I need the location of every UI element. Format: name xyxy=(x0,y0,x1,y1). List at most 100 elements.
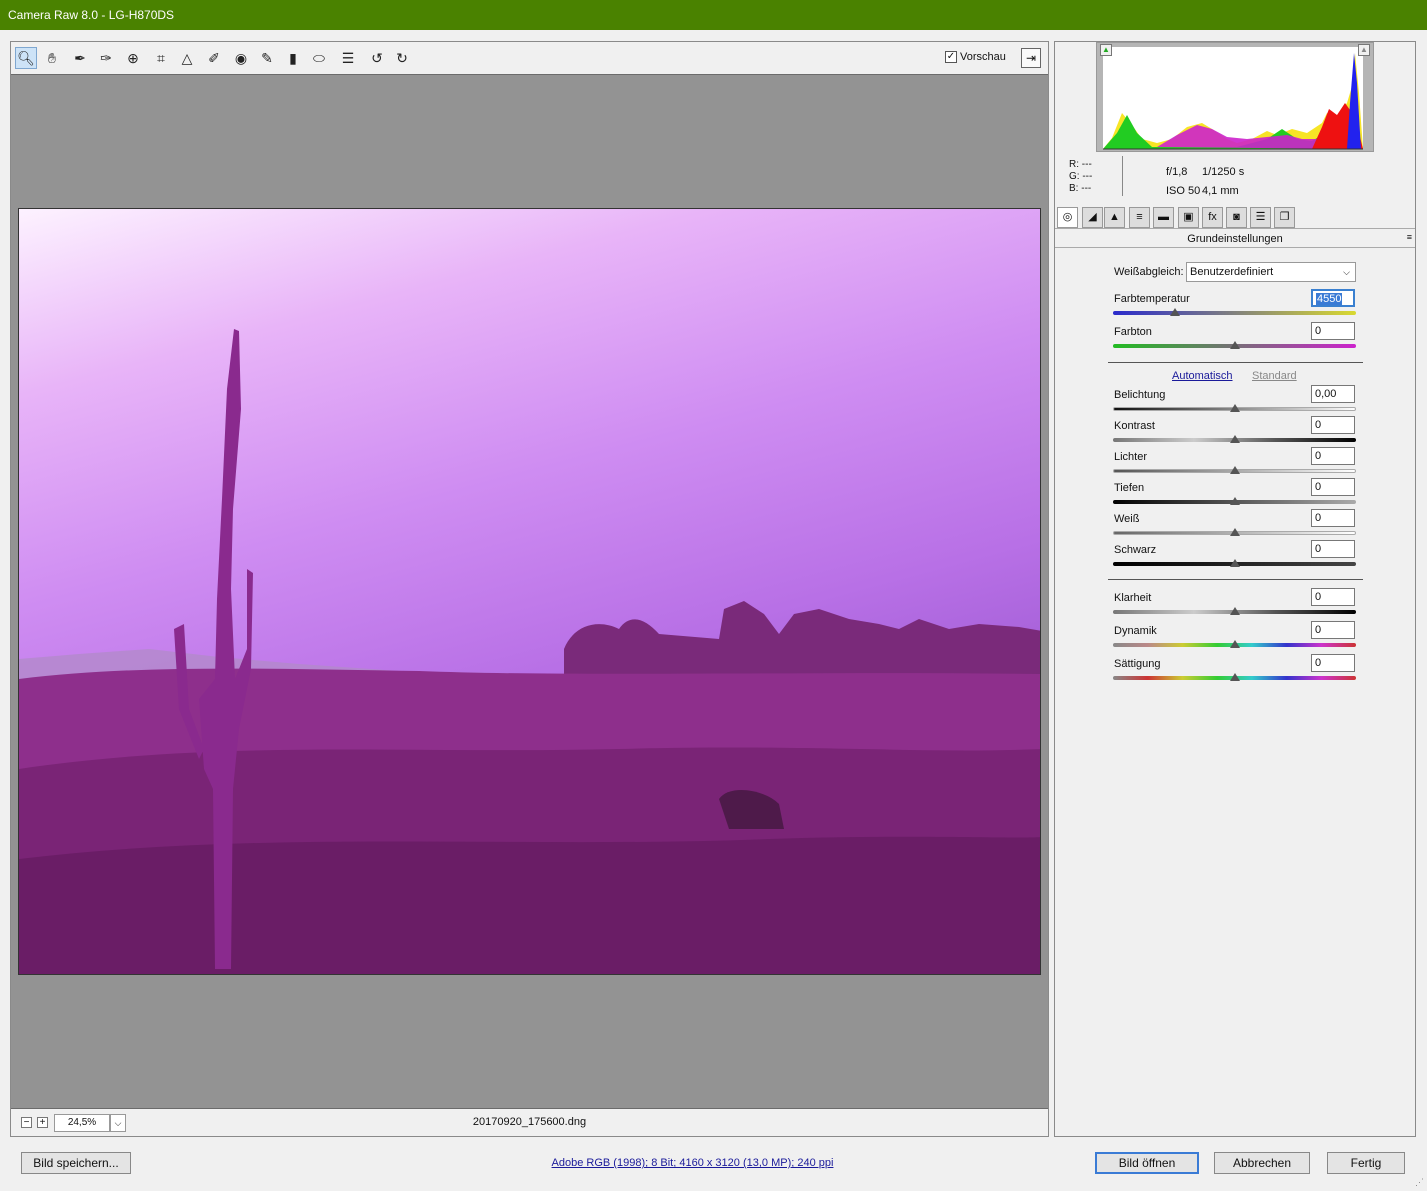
tab-split-toning-icon[interactable]: ▬ xyxy=(1153,207,1174,228)
checkbox-icon[interactable]: ✓ xyxy=(945,51,957,63)
spot-removal-icon[interactable]: ✐ xyxy=(203,47,225,69)
color-sampler-icon[interactable]: ✑ xyxy=(95,47,117,69)
tab-hsl-icon[interactable]: ≡ xyxy=(1129,207,1150,228)
contrast-slider-thumb[interactable] xyxy=(1230,435,1240,443)
tab-camera-calibration-icon[interactable]: ◙ xyxy=(1226,207,1247,228)
b-value: --- xyxy=(1081,183,1092,194)
white-balance-value: Benutzerdefiniert xyxy=(1190,266,1274,278)
g-label: G: xyxy=(1069,171,1080,182)
tint-slider-thumb[interactable] xyxy=(1230,341,1240,349)
targeted-adjustment-icon[interactable]: ⊕ xyxy=(122,47,144,69)
saturation-label: Sättigung xyxy=(1114,658,1161,670)
zoom-icon[interactable]: 🔍︎ xyxy=(15,47,37,69)
highlight-clipping-icon[interactable]: ▲ xyxy=(1358,44,1370,56)
blacks-slider-thumb[interactable] xyxy=(1230,559,1240,567)
tab-snapshots-icon[interactable]: ❐ xyxy=(1274,207,1295,228)
tab-lens-icon[interactable]: ▣ xyxy=(1178,207,1199,228)
separator xyxy=(1108,579,1363,580)
shadows-slider-thumb[interactable] xyxy=(1230,497,1240,505)
clarity-field[interactable]: 0 xyxy=(1311,588,1355,606)
shadows-field[interactable]: 0 xyxy=(1311,478,1355,496)
vibrance-label: Dynamik xyxy=(1114,625,1157,637)
preferences-icon[interactable]: ☰ xyxy=(337,47,359,69)
straighten-icon[interactable]: △ xyxy=(176,47,198,69)
temperature-value: 4550 xyxy=(1316,293,1343,305)
radial-filter-icon[interactable]: ⬭ xyxy=(308,47,330,69)
whites-slider-thumb[interactable] xyxy=(1230,528,1240,536)
b-label: B: xyxy=(1069,183,1079,194)
contrast-label: Kontrast xyxy=(1114,420,1155,432)
exposure-field[interactable]: 0,00 xyxy=(1311,385,1355,403)
clarity-slider-thumb[interactable] xyxy=(1230,607,1240,615)
done-button[interactable]: Fertig xyxy=(1327,1152,1405,1174)
blacks-field[interactable]: 0 xyxy=(1311,540,1355,558)
hand-icon[interactable]: ✋︎ xyxy=(41,47,63,69)
settings-panel: ▲ ▲ R: --- G: --- B: --- f/1,8 ISO 50 1/… xyxy=(1054,41,1416,1137)
vibrance-slider-thumb[interactable] xyxy=(1230,640,1240,648)
preview-checkbox[interactable]: ✓ Vorschau xyxy=(945,51,1006,63)
white-balance-eyedropper-icon[interactable]: ✒ xyxy=(69,47,91,69)
tab-presets-icon[interactable]: ☰ xyxy=(1250,207,1271,228)
tab-effects-icon[interactable]: fx xyxy=(1202,207,1223,228)
shadow-clipping-icon[interactable]: ▲ xyxy=(1100,44,1112,56)
temperature-slider[interactable] xyxy=(1113,311,1356,315)
iso: ISO 50 xyxy=(1166,185,1201,197)
preview-area: 🔍︎ ✋︎ ✒ ✑ ⊕ ⌗ △ ✐ ◉ ✎ ▮ ⬭ ☰ ↺ ↻ ✓ Vorsch… xyxy=(10,41,1049,1137)
saturation-slider-thumb[interactable] xyxy=(1230,673,1240,681)
temperature-label: Farbtemperatur xyxy=(1114,293,1190,305)
white-balance-label: Weißabgleich: xyxy=(1114,266,1184,278)
tab-detail-icon[interactable]: ▲ xyxy=(1104,207,1125,228)
status-bar: − + 24,5% ⌵ 20170920_175600.dng xyxy=(11,1108,1048,1136)
preview-label: Vorschau xyxy=(960,51,1006,63)
focal-length: 4,1 mm xyxy=(1202,185,1239,197)
white-balance-select[interactable]: Benutzerdefiniert ⌵ xyxy=(1186,262,1356,282)
panel-menu-icon[interactable]: ≡ xyxy=(1407,232,1412,242)
exif-right: 1/1250 s 4,1 mm xyxy=(1202,163,1244,201)
saturation-field[interactable]: 0 xyxy=(1311,654,1355,672)
auto-link[interactable]: Automatisch xyxy=(1172,370,1233,382)
shadows-label: Tiefen xyxy=(1114,482,1145,494)
divider xyxy=(1122,156,1123,196)
chevron-down-icon: ⌵ xyxy=(1343,267,1350,277)
highlights-field[interactable]: 0 xyxy=(1311,447,1355,465)
rotate-right-icon[interactable]: ↻ xyxy=(391,47,413,69)
panel-tabs: ◎ ◢ ▲ ≡ ▬ ▣ fx ◙ ☰ ❐ xyxy=(1055,205,1415,229)
rotate-left-icon[interactable]: ↺ xyxy=(366,47,388,69)
open-image-button[interactable]: Bild öffnen xyxy=(1095,1152,1199,1174)
whites-field[interactable]: 0 xyxy=(1311,509,1355,527)
default-link[interactable]: Standard xyxy=(1252,370,1297,382)
graduated-filter-icon[interactable]: ▮ xyxy=(282,47,304,69)
blacks-label: Schwarz xyxy=(1114,544,1157,556)
tint-field[interactable]: 0 xyxy=(1311,322,1355,340)
toolbar: 🔍︎ ✋︎ ✒ ✑ ⊕ ⌗ △ ✐ ◉ ✎ ▮ ⬭ ☰ ↺ ↻ ✓ Vorsch… xyxy=(11,42,1048,75)
tab-tone-curve-icon[interactable]: ◢ xyxy=(1082,207,1103,228)
cancel-button[interactable]: Abbrechen xyxy=(1214,1152,1310,1174)
whites-label: Weiß xyxy=(1114,513,1140,525)
red-eye-icon[interactable]: ◉ xyxy=(230,47,252,69)
highlights-slider-thumb[interactable] xyxy=(1230,466,1240,474)
aperture: f/1,8 xyxy=(1166,166,1188,178)
panel-title: Grundeinstellungen xyxy=(1055,230,1415,248)
window-title: Camera Raw 8.0 - LG-H870DS xyxy=(0,0,1427,30)
histogram: ▲ ▲ xyxy=(1096,42,1374,152)
rgb-readout: R: --- G: --- B: --- xyxy=(1069,159,1092,195)
temperature-slider-thumb[interactable] xyxy=(1170,308,1180,316)
r-value: --- xyxy=(1081,159,1092,170)
separator xyxy=(1108,362,1363,363)
r-label: R: xyxy=(1069,159,1079,170)
photo-landscape xyxy=(19,329,1040,974)
tab-basic-icon[interactable]: ◎ xyxy=(1057,207,1078,228)
contrast-field[interactable]: 0 xyxy=(1311,416,1355,434)
photo-preview[interactable] xyxy=(18,208,1041,975)
crop-icon[interactable]: ⌗ xyxy=(150,47,172,69)
exif-left: f/1,8 ISO 50 xyxy=(1166,163,1200,201)
vibrance-field[interactable]: 0 xyxy=(1311,621,1355,639)
shutter-speed: 1/1250 s xyxy=(1202,166,1245,178)
resize-grip-icon[interactable]: ⋰ xyxy=(1415,1177,1424,1188)
fullscreen-icon[interactable]: ⇥ xyxy=(1021,48,1041,68)
exposure-label: Belichtung xyxy=(1114,389,1166,401)
temperature-field[interactable]: 4550 xyxy=(1311,289,1355,307)
file-name: 20170920_175600.dng xyxy=(472,1116,587,1128)
adjustment-brush-icon[interactable]: ✎ xyxy=(256,47,278,69)
exposure-slider-thumb[interactable] xyxy=(1230,404,1240,412)
